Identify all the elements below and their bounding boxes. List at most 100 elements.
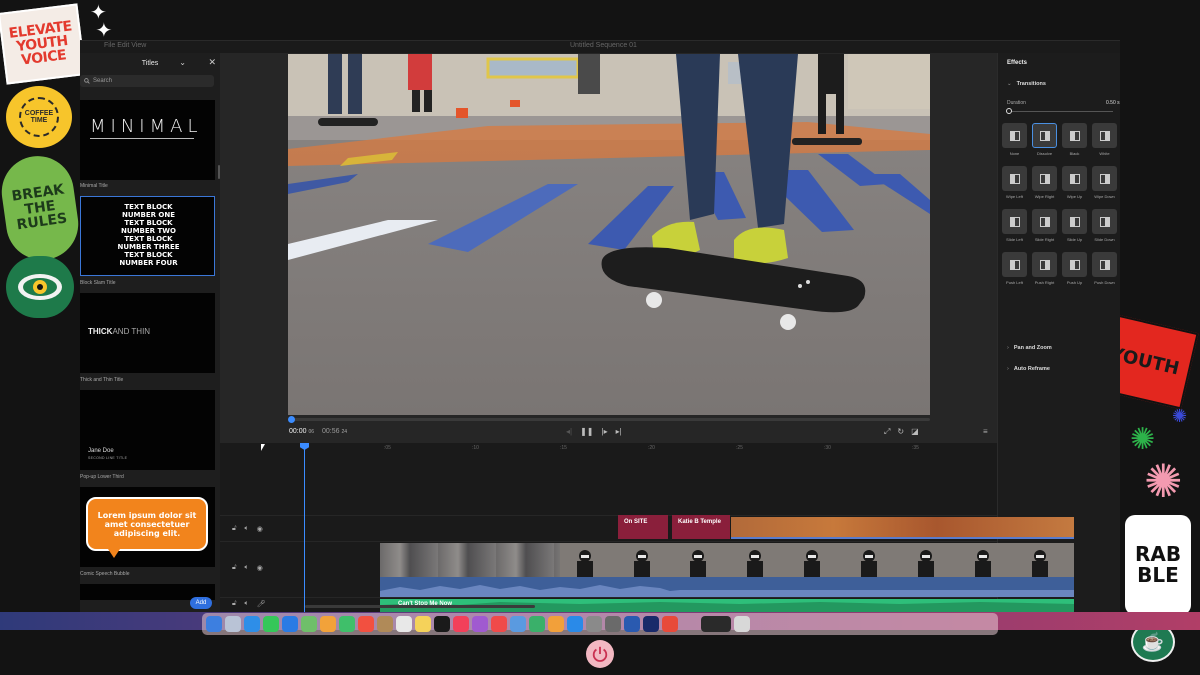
trash-icon[interactable] [734, 616, 750, 632]
fit-frame-icon[interactable]: ⤢ [884, 427, 890, 437]
speaker-icon[interactable]: 🔈︎ [245, 564, 249, 572]
utility-icon[interactable] [605, 616, 621, 632]
search-input[interactable]: Search [80, 75, 214, 87]
loop-icon[interactable]: ↻ [897, 427, 904, 437]
contacts-icon[interactable] [377, 616, 393, 632]
track-divider [220, 597, 997, 598]
chrome-icon[interactable] [662, 616, 678, 632]
transition-push-left[interactable]: Push Left [1002, 252, 1027, 285]
transition-thumbnail [1092, 252, 1117, 277]
title-card-minimal[interactable]: MINIMAL [80, 100, 215, 180]
eye-icon[interactable]: ◉ [257, 525, 263, 533]
system-preferences-icon[interactable] [586, 616, 602, 632]
menu-icon[interactable]: ≡ [983, 427, 988, 436]
eye-icon[interactable]: ◉ [257, 564, 263, 572]
speaker-icon[interactable]: 🔈︎ [245, 525, 249, 533]
mic-icon[interactable]: 🎤︎ [257, 600, 266, 608]
crop-icon[interactable]: ◪ [911, 427, 919, 437]
block-line: NUMBER FOUR [119, 259, 178, 267]
main-video-clip[interactable] [380, 543, 1074, 577]
add-button[interactable]: Add [190, 597, 212, 609]
music-icon[interactable] [453, 616, 469, 632]
timeline[interactable]: :05 :10 :15 :20 :25 :30 :35 🔓︎ 🔈︎ ◉ 🔓︎ 🔈︎ ◉ … [220, 443, 1074, 613]
podcasts-icon[interactable] [472, 616, 488, 632]
video-audio-waveform[interactable] [380, 577, 1074, 597]
title-card-thick-thin[interactable]: THICKAND THIN [80, 293, 215, 373]
step-forward-icon[interactable]: |▸ [602, 427, 608, 436]
transition-dissolve[interactable]: Dissolve [1032, 123, 1057, 156]
launchpad-icon[interactable] [225, 616, 241, 632]
title-clip-katie[interactable]: Katie B Temple [672, 515, 730, 539]
transition-slide-down[interactable]: Slide Down [1092, 209, 1117, 242]
safari-icon[interactable] [244, 616, 260, 632]
titles-dropdown-label[interactable]: Titles [142, 60, 158, 67]
transition-slide-up[interactable]: Slide Up [1062, 209, 1087, 242]
auto-reframe-section[interactable]: › Auto Reframe [1007, 366, 1050, 372]
browser-icon[interactable] [624, 616, 640, 632]
transition-wipe-right[interactable]: Wipe Right [1032, 166, 1057, 199]
transition-push-right[interactable]: Push Right [1032, 252, 1057, 285]
photos-icon[interactable] [320, 616, 336, 632]
pages-icon[interactable] [548, 616, 564, 632]
transition-none[interactable]: None [1002, 123, 1027, 156]
maps-icon[interactable] [301, 616, 317, 632]
tv-icon[interactable] [434, 616, 450, 632]
mouse-cursor [261, 444, 265, 451]
numbers-icon[interactable] [529, 616, 545, 632]
close-icon[interactable]: ✕ [208, 57, 216, 68]
transition-black[interactable]: Black [1062, 123, 1087, 156]
sticker-text-ble: BLE [1137, 563, 1179, 587]
duration-slider-handle[interactable] [1006, 108, 1012, 114]
playback-scrubber[interactable] [290, 418, 930, 421]
minimized-window-icon[interactable] [701, 616, 731, 632]
lock-icon[interactable]: 🔓︎ [232, 600, 237, 608]
title-card-speech-bubble[interactable]: Lorem ipsum dolor sit amet consectetuer … [80, 487, 215, 567]
duration-slider-track[interactable] [1007, 111, 1113, 112]
lock-icon[interactable]: 🔓︎ [232, 525, 237, 533]
pause-icon[interactable]: ❚❚ [580, 427, 593, 436]
sticker-text-voice: VOICE [20, 47, 68, 69]
transition-wipe-left[interactable]: Wipe Left [1002, 166, 1027, 199]
current-frames: 06 [308, 429, 315, 435]
transition-wipe-down[interactable]: Wipe Down [1092, 166, 1117, 199]
transition-white[interactable]: White [1092, 123, 1117, 156]
video-preview[interactable] [288, 54, 930, 415]
title-card-block-slam[interactable]: TEXT BLOCK NUMBER ONE TEXT BLOCK NUMBER … [80, 196, 215, 276]
lock-icon[interactable]: 🔓︎ [232, 564, 237, 572]
step-back-icon[interactable]: ◂| [566, 427, 572, 436]
speaker-icon[interactable]: 🔈︎ [245, 600, 249, 608]
transition-slide-right[interactable]: Slide Right [1032, 209, 1057, 242]
timeline-scrollbar[interactable] [305, 605, 535, 608]
power-button[interactable] [586, 640, 614, 668]
finder-icon[interactable] [206, 616, 222, 632]
chevron-down-icon[interactable]: ⌄ [179, 58, 186, 67]
calendar-icon[interactable] [358, 616, 374, 632]
notes-icon[interactable] [415, 616, 431, 632]
facetime-icon[interactable] [339, 616, 355, 632]
viewer-tools: ⤢ ↻ ◪ [884, 427, 919, 437]
skip-end-icon[interactable]: ▸| [616, 427, 622, 436]
timeline-ruler[interactable]: :05 :10 :15 :20 :25 :30 :35 [300, 443, 997, 453]
messages-icon[interactable] [263, 616, 279, 632]
news-icon[interactable] [491, 616, 507, 632]
playhead[interactable] [304, 443, 305, 613]
transition-label: Slide Up [1066, 237, 1083, 242]
overlay-video-clip[interactable] [731, 517, 1074, 539]
transition-slide-left[interactable]: Slide Left [1002, 209, 1027, 242]
app-store-icon[interactable] [567, 616, 583, 632]
reminders-icon[interactable] [396, 616, 412, 632]
title-clip-on-site[interactable]: On SITE [618, 515, 668, 539]
transition-push-up[interactable]: Push Up [1062, 252, 1087, 285]
title-card-lower-third[interactable]: Jane Doe SECOND LINE TITLE [80, 390, 215, 470]
keynote-icon[interactable] [510, 616, 526, 632]
mail-icon[interactable] [282, 616, 298, 632]
transition-wipe-up[interactable]: Wipe Up [1062, 166, 1087, 199]
menu-bar[interactable]: File Edit View [104, 42, 146, 49]
premiere-rush-icon[interactable] [643, 616, 659, 632]
transition-label: Black [1069, 151, 1080, 156]
transitions-section[interactable]: ⌄ Transitions [1007, 81, 1046, 87]
pan-zoom-section[interactable]: › Pan and Zoom [1007, 345, 1052, 351]
transition-push-down[interactable]: Push Down [1092, 252, 1117, 285]
transition-label: Wipe Up [1066, 194, 1083, 199]
scrubber-handle[interactable] [288, 416, 295, 423]
